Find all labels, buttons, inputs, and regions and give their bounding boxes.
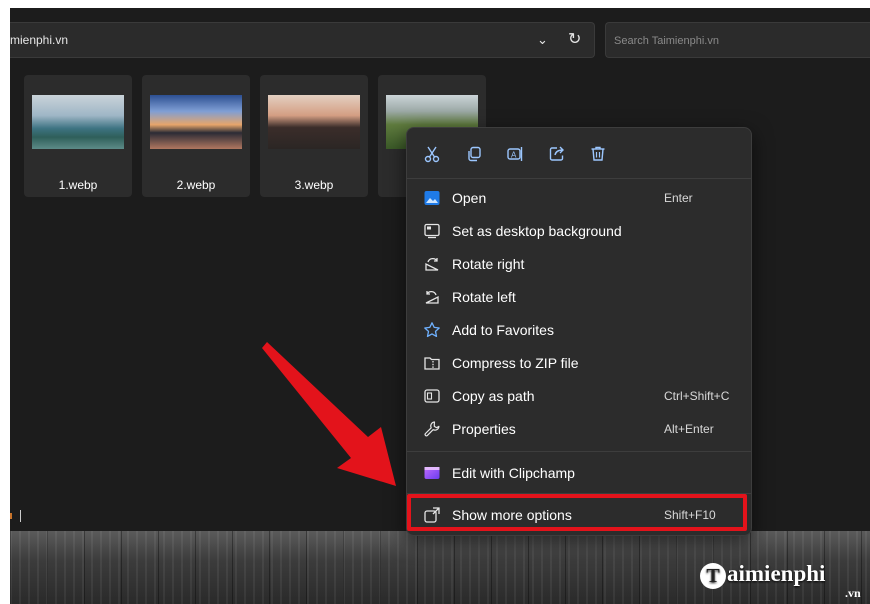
taimienphi-logo: Taimienphi: [700, 561, 825, 589]
logo-suffix: .vn: [845, 586, 861, 600]
logo-text: aimienphi: [727, 561, 826, 586]
annotation-arrow: [262, 342, 396, 486]
